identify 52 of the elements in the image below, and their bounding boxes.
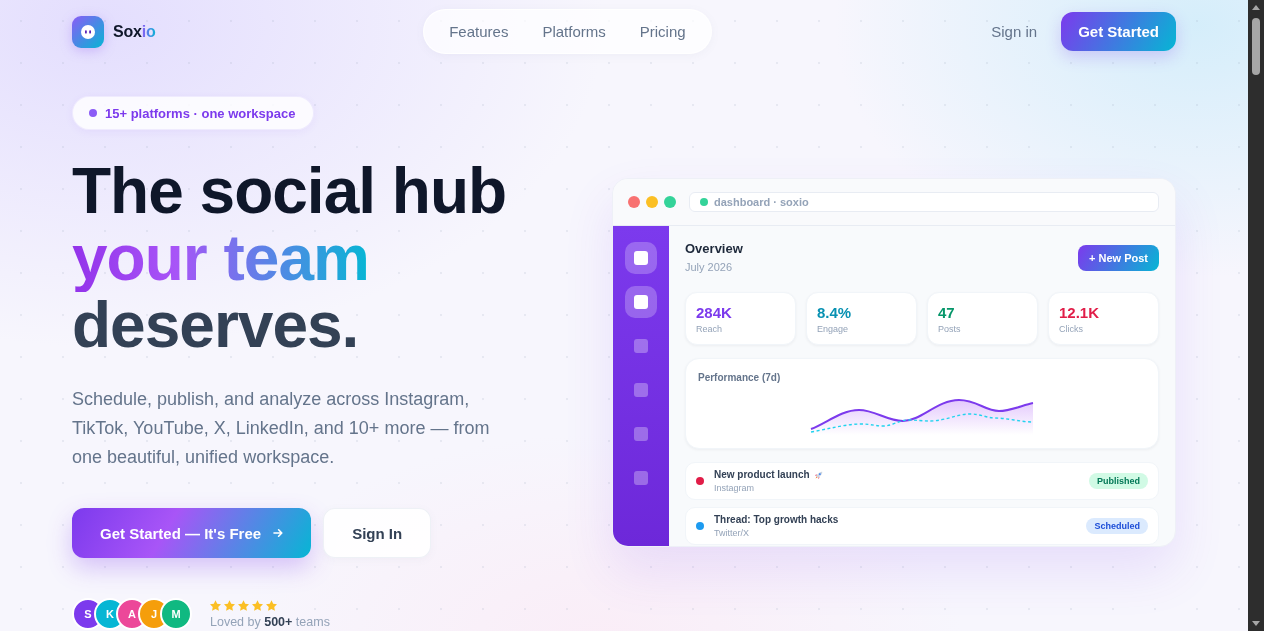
dot-icon bbox=[89, 109, 97, 117]
arrow-down-icon[interactable] bbox=[1252, 621, 1260, 626]
get-started-button[interactable]: Get Started bbox=[1061, 12, 1176, 51]
nav-link[interactable]: Features bbox=[437, 15, 521, 48]
avatar: M bbox=[160, 598, 192, 630]
address-text: dashboard · soxio bbox=[714, 196, 809, 208]
logo-icon bbox=[72, 15, 104, 48]
badge-text: 15+ platforms · one workspace bbox=[105, 105, 296, 121]
stat-value: 284K bbox=[696, 304, 732, 322]
post-platform: Twitter/X bbox=[714, 527, 749, 539]
stat-label: Engage bbox=[817, 323, 849, 335]
star-icon bbox=[238, 599, 249, 611]
stat-label: Posts bbox=[938, 323, 961, 335]
scrollbar[interactable] bbox=[1248, 0, 1264, 631]
headline: The social hub your team deserves. bbox=[72, 158, 507, 359]
star-icon bbox=[252, 599, 263, 611]
post-title: New product launch bbox=[714, 468, 810, 481]
arrow-up-icon[interactable] bbox=[1252, 5, 1260, 10]
chart-title: Performance (7d) bbox=[698, 371, 781, 385]
nav-link[interactable]: Pricing bbox=[627, 15, 698, 48]
window-button-icon bbox=[664, 196, 676, 208]
rating-caption: Loved by 500+ teams bbox=[210, 614, 330, 629]
sign-in-link[interactable]: Sign in bbox=[979, 15, 1050, 48]
star-icon bbox=[210, 599, 221, 611]
window-button-icon bbox=[628, 196, 640, 208]
star-icon bbox=[224, 599, 235, 611]
stat-value: 8.4% bbox=[817, 304, 852, 322]
get-started-button[interactable]: Get Started — It's Free bbox=[72, 508, 312, 558]
status-dot-icon bbox=[700, 198, 708, 206]
arrow-right-icon bbox=[273, 528, 284, 538]
post-title: Thread: Top growth hacks bbox=[714, 513, 839, 526]
page-subtitle: July 2026 bbox=[685, 260, 734, 274]
status-tag: Published bbox=[1089, 473, 1148, 489]
brand-name: Soxio bbox=[113, 22, 156, 41]
sidebar-item[interactable] bbox=[625, 286, 657, 318]
new-post-button[interactable]: + New Post bbox=[1078, 245, 1159, 271]
stat-label: Reach bbox=[696, 323, 722, 335]
window-button-icon bbox=[646, 196, 658, 208]
page-title: Overview bbox=[685, 241, 743, 257]
sign-in-button[interactable]: Sign In bbox=[323, 508, 432, 558]
nav-link[interactable]: Platforms bbox=[530, 15, 618, 48]
square-icon bbox=[634, 295, 648, 309]
sidebar-item[interactable] bbox=[625, 242, 657, 274]
stat-value: 47 bbox=[938, 304, 955, 322]
square-icon bbox=[634, 251, 648, 265]
post-platform: Instagram bbox=[714, 482, 755, 494]
scrollbar-thumb[interactable] bbox=[1252, 18, 1260, 75]
stat-value: 12.1K bbox=[1059, 304, 1100, 322]
status-tag: Scheduled bbox=[1086, 518, 1148, 534]
star-icon bbox=[266, 599, 277, 611]
stat-label: Clicks bbox=[1059, 323, 1083, 335]
hero-description: Schedule, publish, and analyze across Instagram, TikTok, YouTube, X, LinkedIn, and 10+ more — from one beautiful, unified workspace. bbox=[72, 388, 491, 469]
